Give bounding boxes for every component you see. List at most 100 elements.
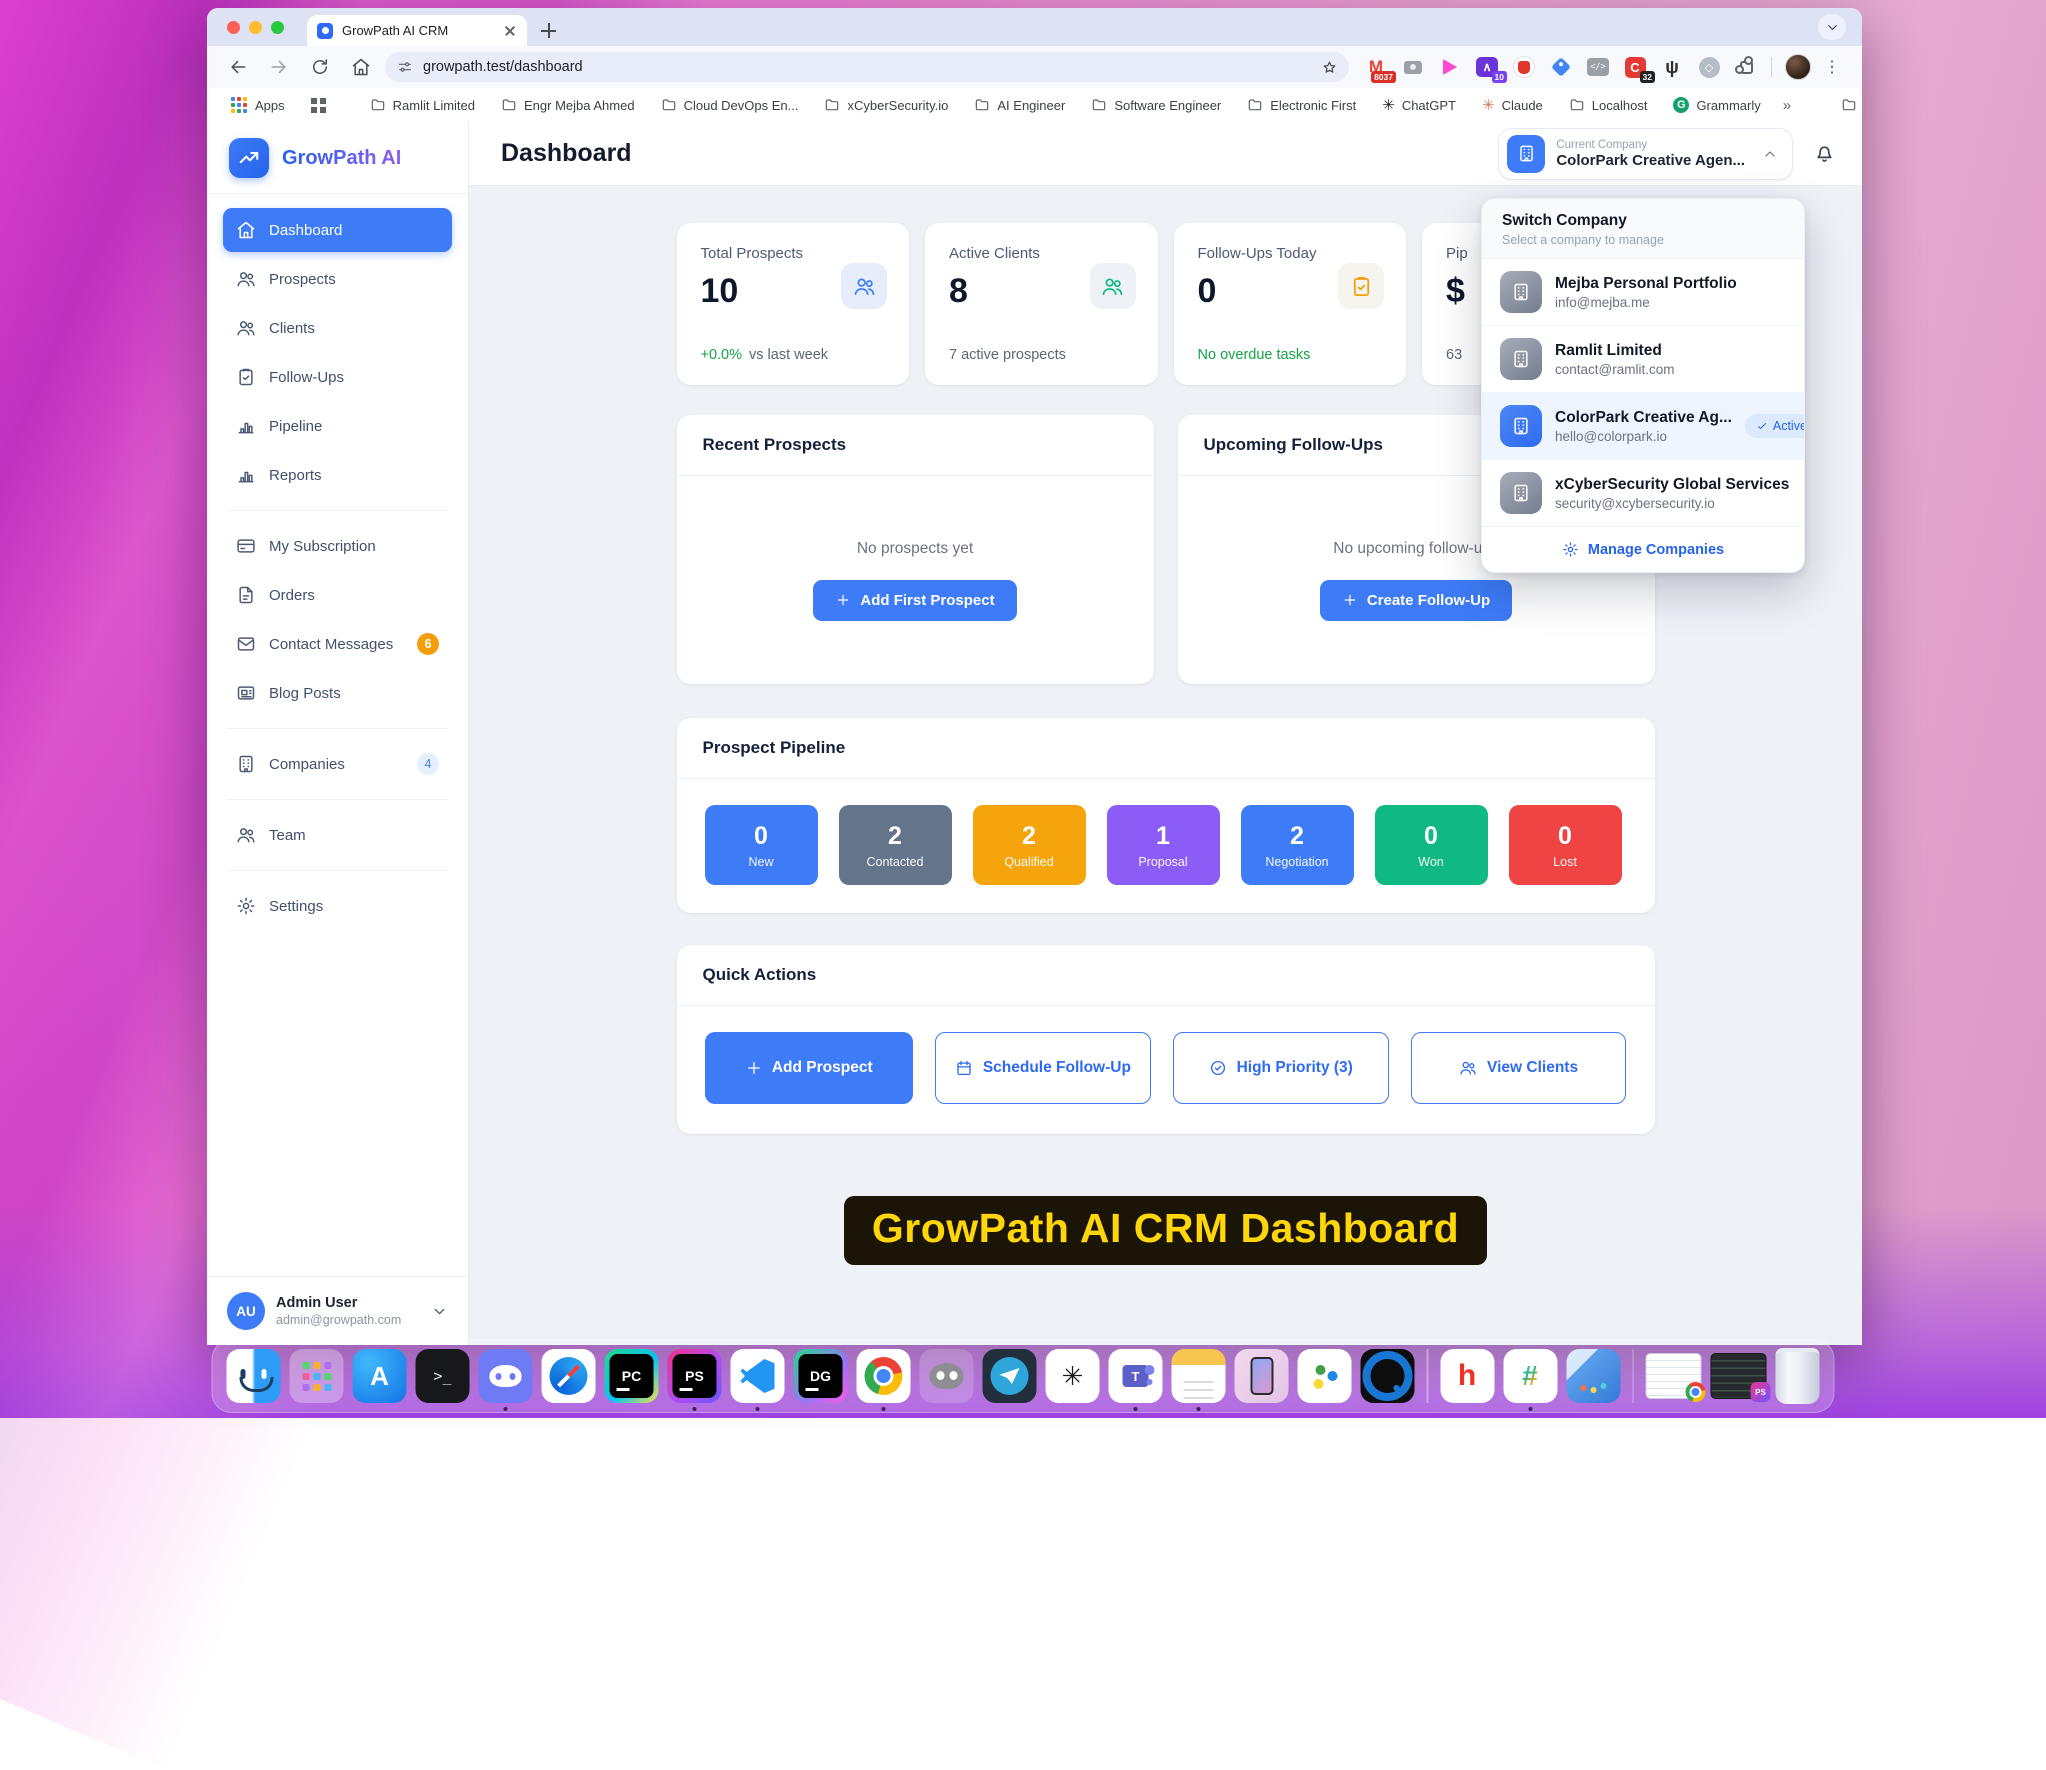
sidebar-item-pipeline[interactable]: Pipeline (223, 404, 452, 448)
bookmark-chatgpt[interactable]: ✳ChatGPT (1374, 93, 1464, 117)
bookmark-folder[interactable]: Localhost (1561, 94, 1656, 116)
camera-extension-icon[interactable] (1401, 55, 1425, 79)
dock-safari-icon[interactable] (542, 1349, 596, 1403)
chevron-down-icon[interactable] (431, 1303, 448, 1320)
tag-extension-icon[interactable] (1549, 55, 1573, 79)
pink-play-extension-icon[interactable] (1438, 55, 1462, 79)
bookmark-star-icon[interactable] (1315, 53, 1343, 81)
address-bar[interactable]: growpath.test/dashboard (385, 52, 1349, 82)
running-indicator (1134, 1407, 1138, 1411)
dock-phpstorm-icon[interactable]: PS (668, 1349, 722, 1403)
manage-companies-button[interactable]: Manage Companies (1482, 526, 1804, 572)
adblock-extension-icon[interactable] (1512, 55, 1536, 79)
sidebar-item-settings[interactable]: Settings (223, 884, 452, 928)
users-icon (1459, 1059, 1477, 1077)
sidebar-item-subscription[interactable]: My Subscription (223, 524, 452, 568)
dock-launchpad-icon[interactable] (290, 1349, 344, 1403)
sidebar-item-orders[interactable]: Orders (223, 573, 452, 617)
schedule-followup-button[interactable]: Schedule Follow-Up (935, 1032, 1151, 1104)
close-window-button[interactable] (227, 21, 240, 34)
dock-chatgpt-icon[interactable]: ✳ (1046, 1349, 1100, 1403)
bookmarks-overflow-button[interactable]: » (1779, 97, 1795, 114)
profile-avatar[interactable] (1785, 54, 1811, 80)
code-extension-icon[interactable]: </> (1586, 55, 1610, 79)
sidebar-item-blog-posts[interactable]: Blog Posts (223, 671, 452, 715)
dock-discord-icon[interactable] (479, 1349, 533, 1403)
dock-iphone-mirroring-icon[interactable] (1235, 1349, 1289, 1403)
view-clients-button[interactable]: View Clients (1411, 1032, 1627, 1104)
dock-pycharm-icon[interactable]: PC (605, 1349, 659, 1403)
extensions-puzzle-icon[interactable] (1734, 55, 1758, 79)
bookmark-folder[interactable]: Software Engineer (1083, 94, 1229, 116)
bookmark-grid-shortcut[interactable] (303, 95, 334, 116)
bookmark-grammarly[interactable]: GGrammarly (1665, 94, 1768, 116)
company-option-xcybersecurity[interactable]: xCyberSecurity Global Servicessecurity@x… (1482, 460, 1804, 526)
bookmark-folder[interactable]: Electronic First (1239, 94, 1364, 116)
company-selector[interactable]: Current Company ColorPark Creative Agen.… (1498, 128, 1793, 180)
dock-passwords-icon[interactable] (1298, 1349, 1352, 1403)
home-button[interactable] (344, 50, 378, 84)
dock-blue-utility-icon[interactable] (1566, 1349, 1620, 1403)
dock-telegram-icon[interactable] (983, 1349, 1037, 1403)
company-option-ramlit[interactable]: Ramlit Limitedcontact@ramlit.com (1482, 326, 1804, 393)
browser-tab[interactable]: GrowPath AI CRM (307, 15, 527, 46)
bookmark-folder[interactable]: xCyberSecurity.io (816, 94, 956, 116)
pipeline-stage-qualified: 2Qualified (973, 805, 1086, 885)
dock-terminal-icon[interactable]: >_ (416, 1349, 470, 1403)
minimized-window-code[interactable]: PS (1711, 1353, 1767, 1399)
dock-datagrip-icon[interactable]: DG (794, 1349, 848, 1403)
sidebar-item-team[interactable]: Team (223, 813, 452, 857)
bookmark-folder[interactable]: AI Engineer (966, 94, 1073, 116)
bookmark-apps[interactable]: Apps (223, 94, 293, 117)
forward-button[interactable] (262, 50, 296, 84)
dock-chrome-icon[interactable] (857, 1349, 911, 1403)
high-priority-button[interactable]: High Priority (3) (1173, 1032, 1389, 1104)
tab-search-chevron-button[interactable] (1818, 14, 1846, 40)
tab-close-icon[interactable] (503, 24, 517, 38)
sidebar-item-companies[interactable]: Companies4 (223, 742, 452, 786)
bookmark-folder[interactable]: Engr Mejba Ahmed (493, 94, 643, 116)
mail-extension-icon[interactable]: M8037 (1364, 55, 1388, 79)
sidebar-user-menu[interactable]: AU Admin User admin@growpath.com (207, 1276, 468, 1345)
bookmark-folder[interactable]: Ramlit Limited (362, 94, 483, 116)
whisk-extension-icon[interactable]: ψ (1660, 55, 1684, 79)
codepen-extension-icon[interactable]: ◇ (1697, 55, 1721, 79)
sidebar-item-reports[interactable]: Reports (223, 453, 452, 497)
reload-button[interactable] (303, 50, 337, 84)
notifications-bell-button[interactable] (1813, 142, 1836, 165)
new-tab-button[interactable] (541, 23, 556, 38)
company-option-colorpark[interactable]: ColorPark Creative Ag...hello@colorpark.… (1482, 393, 1804, 460)
minimized-window-spreadsheet[interactable] (1646, 1353, 1702, 1399)
sidebar-item-prospects[interactable]: Prospects (223, 257, 452, 301)
dock-notes-icon[interactable] (1172, 1349, 1226, 1403)
dock-h-app-icon[interactable]: h (1440, 1349, 1494, 1403)
dock-gimp-icon[interactable] (920, 1349, 974, 1403)
dock-app-store-icon[interactable]: A (353, 1349, 407, 1403)
browser-menu-icon[interactable]: ⋮ (1824, 57, 1840, 77)
sidebar-item-contact-messages[interactable]: Contact Messages6 (223, 622, 452, 666)
gear-icon (236, 896, 256, 916)
bookmark-folder[interactable]: Cloud DevOps En... (653, 94, 807, 116)
add-first-prospect-button[interactable]: Add First Prospect (813, 580, 1016, 621)
dock-trash-icon[interactable] (1776, 1348, 1820, 1404)
colorzilla-extension-icon[interactable]: C32 (1623, 55, 1647, 79)
back-button[interactable] (221, 50, 255, 84)
zoom-window-button[interactable] (271, 21, 284, 34)
sidebar-item-dashboard[interactable]: Dashboard (223, 208, 452, 252)
minimize-window-button[interactable] (249, 21, 262, 34)
create-followup-button[interactable]: Create Follow-Up (1320, 580, 1512, 621)
dock-quicktime-icon[interactable] (1361, 1349, 1415, 1403)
sidebar-item-clients[interactable]: Clients (223, 306, 452, 350)
bookmark-claude[interactable]: ✳Claude (1474, 93, 1551, 117)
sidebar-item-followups[interactable]: Follow-Ups (223, 355, 452, 399)
dock-vscode-icon[interactable] (731, 1349, 785, 1403)
add-prospect-button[interactable]: Add Prospect (705, 1032, 913, 1104)
dock-slack-icon[interactable] (1503, 1349, 1557, 1403)
sidebar-divider (227, 728, 448, 729)
dock-finder-icon[interactable] (227, 1349, 281, 1403)
dock-teams-icon[interactable]: T (1109, 1349, 1163, 1403)
education-extension-icon[interactable]: ∧10 (1475, 55, 1499, 79)
company-option-mejba[interactable]: Mejba Personal Portfolioinfo@mejba.me (1482, 259, 1804, 326)
all-bookmarks-button[interactable]: All Bookmarks (1833, 94, 1862, 116)
site-settings-icon[interactable] (397, 59, 413, 75)
